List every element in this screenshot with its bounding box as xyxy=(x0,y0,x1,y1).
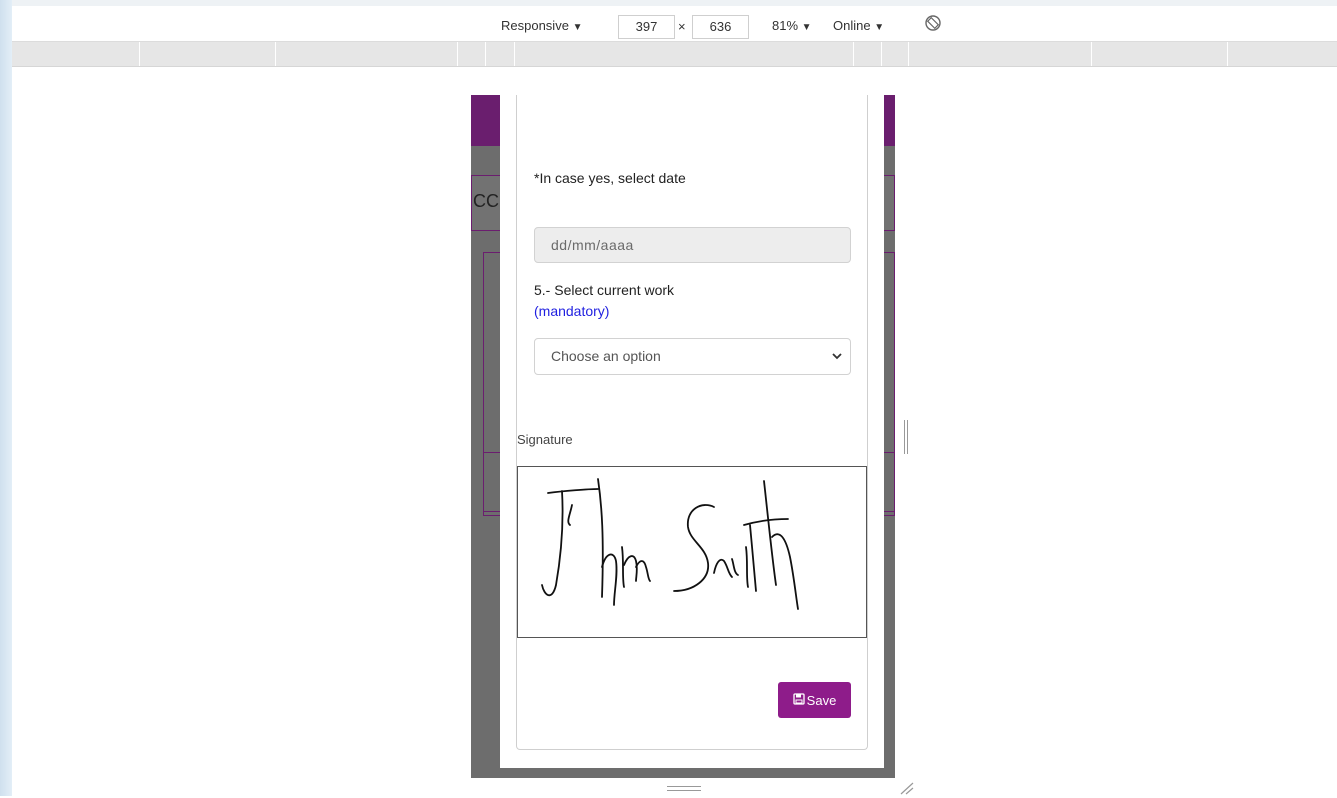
device-mode-label: Responsive xyxy=(501,18,569,33)
zoom-label: 81% xyxy=(772,18,799,33)
viewport-height-input[interactable]: 636 xyxy=(692,15,749,39)
ruler-segment xyxy=(853,42,854,66)
work-question-label: 5.- Select current work xyxy=(534,282,675,298)
ruler-segment xyxy=(1091,42,1092,66)
media-query-ruler[interactable] xyxy=(12,42,1337,67)
save-button-label: Save xyxy=(806,692,837,708)
ruler-segment xyxy=(881,42,882,66)
signature-label: Signature xyxy=(517,432,573,447)
network-throttle-dropdown[interactable]: Online ▼ xyxy=(833,18,884,33)
date-input[interactable]: dd/mm/aaaa xyxy=(534,227,851,263)
rotate-icon[interactable] xyxy=(924,14,942,35)
select-value: Choose an option xyxy=(551,348,661,364)
left-edge-strip xyxy=(0,0,12,796)
ruler-segment xyxy=(457,42,458,66)
current-work-select[interactable]: Choose an option xyxy=(534,338,851,375)
signature-pad[interactable] xyxy=(517,466,867,638)
device-mode-dropdown[interactable]: Responsive ▼ xyxy=(501,18,582,33)
dropdown-arrow-icon: ▼ xyxy=(572,22,583,33)
dimension-times-sign: × xyxy=(678,19,686,34)
dropdown-arrow-icon: ▼ xyxy=(874,22,885,33)
ruler-segment xyxy=(275,42,276,66)
background-heading: CC xyxy=(473,191,499,211)
ruler-segment xyxy=(908,42,909,66)
ruler-segment xyxy=(139,42,140,66)
resize-handle-bottom[interactable] xyxy=(667,786,701,791)
network-label: Online xyxy=(833,18,871,33)
save-button[interactable]: Save xyxy=(778,682,851,718)
resize-corner-icon[interactable] xyxy=(899,781,915,798)
resize-handle-right[interactable] xyxy=(904,420,908,454)
chevron-down-icon xyxy=(832,339,842,388)
ruler-segment xyxy=(485,42,486,66)
ruler-segment xyxy=(514,42,515,66)
viewport-width-input[interactable]: 397 xyxy=(618,15,675,39)
devtools-toolbar: Responsive ▼ 397 × 636 81% ▼ Online ▼ xyxy=(12,0,1337,42)
date-question-label: *In case yes, select date xyxy=(534,170,686,186)
dropdown-arrow-icon: ▼ xyxy=(801,22,812,33)
floppy-disk-icon xyxy=(793,692,805,708)
mandatory-note: (mandatory) xyxy=(534,303,610,319)
ruler-segment xyxy=(1227,42,1228,66)
zoom-dropdown[interactable]: 81% ▼ xyxy=(772,18,812,33)
signature-drawing xyxy=(541,478,799,610)
form-card xyxy=(516,95,868,750)
